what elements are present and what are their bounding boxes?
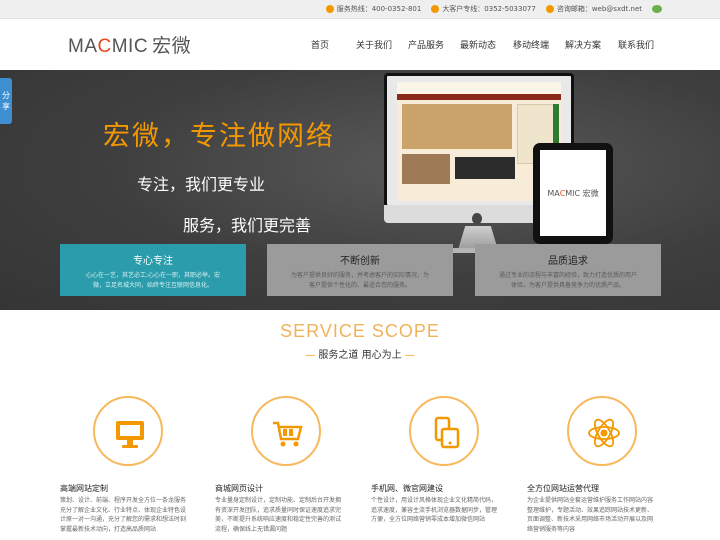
vip-line-info: 大客户专线：0352-5033077 [431,4,536,14]
service-desc: 个性设计，用设计风格体现企业文化精简代码，追求速度，兼容主流手机浏览器数据同步，… [371,497,498,523]
monitor-icon [116,421,144,448]
service-title[interactable]: 高端网站定制 [60,483,108,494]
feature-tile-title: 品质追求 [548,256,588,267]
banner-line-service: 服务，我们更完善 [183,216,312,235]
share-label: 享 [2,102,10,111]
service-circle-operation[interactable] [567,396,637,466]
services-title: SERVICE SCOPE [280,321,440,341]
feature-tile-desc: 通过专业的流程与丰富的经验，致力打造优质的用户体验，为客户提供具备竞争力的优质产… [498,272,637,289]
nav-about[interactable]: 关于我们 [356,38,408,51]
service-desc: 专业量身定制设计，定制功能、定制后台开发拥有资深开发团队，追求质量同时保证速度追… [215,497,342,533]
feature-tile-quality[interactable]: 品质追求 通过专业的流程与丰富的经验，致力打造优质的用户体验，为客户提供具备竞争… [475,244,661,296]
feature-tile-focus[interactable]: 专心专注 心心在一艺，其艺必工;心心在一职，其职必举。宏微，立足名城大同，始终专… [60,244,246,296]
main-nav: 首页 关于我们 产品服务 最新动态 移动终端 解决方案 联系我们 [300,19,658,70]
email-text[interactable]: 咨询邮箱：web@sxdt.net [557,4,642,14]
email-info[interactable]: 咨询邮箱：web@sxdt.net [545,4,642,14]
banner-headline: 宏微，专注做网络 [103,121,335,152]
service-title[interactable]: 手机网、微官网建设 [371,483,443,494]
share-button[interactable]: 分 享 [0,78,12,124]
top-info-bar: 服务热线：400-0352-801 大客户专线：0352-5033077 咨询邮… [0,0,720,19]
feature-tile-title: 专心专注 [133,256,173,267]
service-circle-mobile[interactable] [409,396,479,466]
logo-chinese: 宏微 [152,36,192,57]
ipad-mockup: MA C MIC 宏微 [533,143,613,244]
feature-tile-innovation[interactable]: 不断创新 为客户提供良好的服务，并考虑客户的实际情况，为客户提供个性化的、最适合… [267,244,453,296]
ipad-screen-logo: MA C MIC 宏微 [540,150,606,236]
service-desc: 为企业提供网站全套运营维护服务工作网站内容整理维护，专题活动、效果追踪网站技术更… [527,497,654,533]
nav-mobile[interactable]: 移动终端 [513,38,565,51]
logo-text-part: MA [68,36,98,57]
nav-contact[interactable]: 联系我们 [618,38,658,51]
nav-products[interactable]: 产品服务 [408,38,460,51]
wechat-icon[interactable] [652,5,662,13]
hotline-text: 服务热线：400-0352-801 [336,5,422,13]
atom-icon [588,418,620,448]
logo-text-part: MIC [111,36,149,57]
feature-tile-title: 不断创新 [340,256,380,267]
service-circle-custom-site[interactable] [93,396,163,466]
service-title[interactable]: 商城网页设计 [215,483,263,494]
nav-news[interactable]: 最新动态 [460,38,513,51]
site-logo[interactable]: MACMIC 宏微 [68,31,191,58]
user-icon [431,5,440,13]
service-title[interactable]: 全方位网站运营代理 [527,483,599,494]
vip-line-text: 大客户专线：0352-5033077 [442,5,536,13]
services-subtitle: — 服务之道 用心为上 — [305,350,415,361]
mail-icon [545,5,554,13]
banner-line-professional: 专注，我们更专业 [137,175,266,194]
apple-logo-icon [472,213,482,224]
feature-tile-desc: 心心在一艺，其艺必工;心心在一职，其职必举。宏微，立足名城大同，始终专注互联网信… [85,272,221,289]
nav-solutions[interactable]: 解决方案 [565,38,618,51]
phone-icon [325,5,334,13]
logo-accent: C [97,36,112,57]
feature-tile-desc: 为客户提供良好的服务，并考虑客户的实际情况，为客户提供个性化的、最适合您的服务。 [290,272,429,289]
feature-tiles: 专心专注 心心在一艺，其艺必工;心心在一职，其职必举。宏微，立足名城大同，始终专… [60,244,661,296]
nav-home[interactable]: 首页 [311,38,356,51]
service-circle-mall[interactable] [251,396,321,466]
hero-banner: 分 享 宏微，专注做网络 专注，我们更专业 服务，我们更完善 MA C MIC 宏微… [0,70,720,310]
hotline-info: 服务热线：400-0352-801 [325,4,422,14]
site-header: MACMIC 宏微 首页 关于我们 产品服务 最新动态 移动终端 解决方案 联系我… [0,19,720,70]
service-desc: 策划、设计、前端、程序开发全方位一条龙服务充分了解企业文化、行业特点、体现企业特… [60,497,187,533]
services-subtitle-text: 服务之道 用心为上 [318,350,402,361]
shopping-cart-icon [273,421,303,447]
share-label: 分 [2,91,10,100]
mobile-phone-icon [434,416,460,449]
